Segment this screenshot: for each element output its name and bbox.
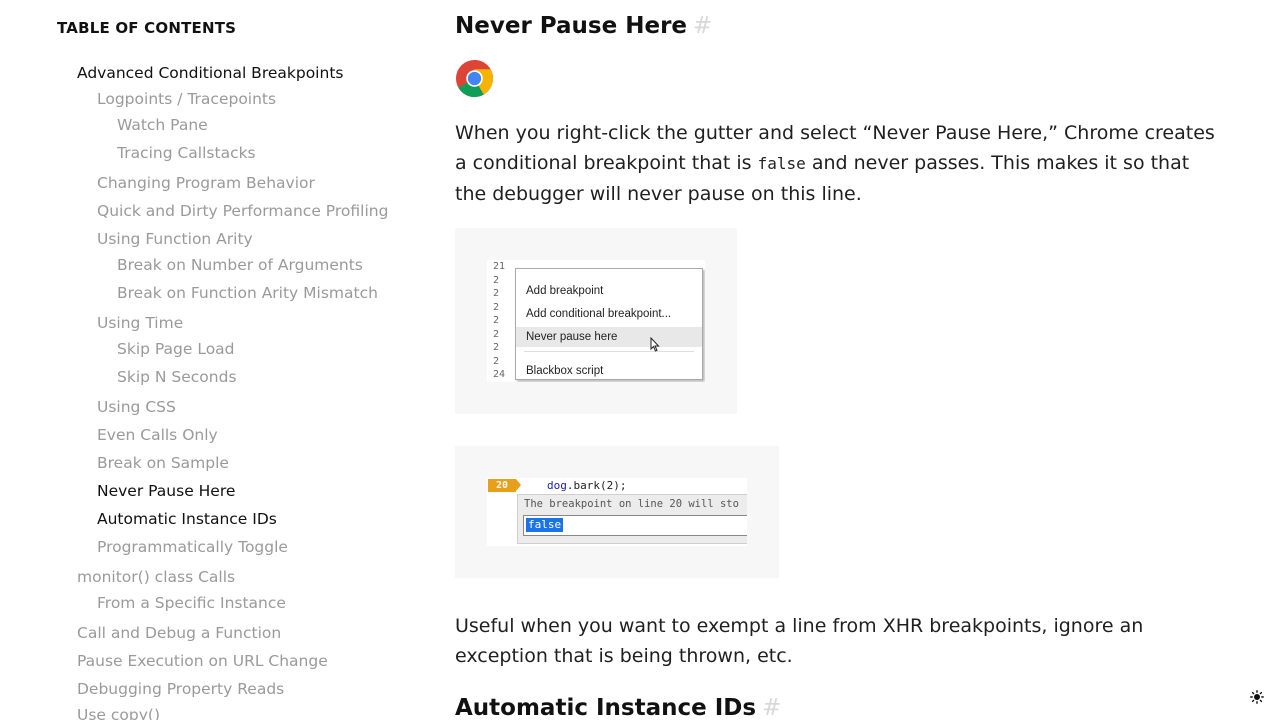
- toc-item-using-function-arity[interactable]: Using Function Arity: [97, 230, 253, 248]
- toc-item-changing-program-behavior[interactable]: Changing Program Behavior: [97, 174, 315, 192]
- conditional-breakpoint-editor: The breakpoint on line 20 will sto false: [517, 494, 747, 544]
- gutter-num: 21: [493, 261, 506, 272]
- menu-item-add-conditional-breakpoint: Add conditional breakpoint...: [526, 308, 672, 320]
- paragraph-use-cases: Useful when you want to exempt a line fr…: [455, 615, 1144, 667]
- toc-item-break-on-arity-mismatch[interactable]: Break on Function Arity Mismatch: [117, 284, 378, 302]
- table-of-contents: TABLE OF CONTENTS Advanced Conditional B…: [57, 0, 417, 720]
- context-menu-image: 21 2 2 2 2 2 2 2 24 Add breakpoint Add c…: [487, 260, 705, 382]
- toc-item-break-on-number-of-arguments[interactable]: Break on Number of Arguments: [117, 256, 363, 274]
- heading-text: Automatic Instance IDs: [455, 695, 757, 720]
- heading-text: Never Pause Here: [455, 13, 688, 39]
- menu-item-blackbox-script: Blackbox script: [526, 365, 604, 377]
- toc-item-use-copy[interactable]: Use copy(): [77, 706, 160, 720]
- gutter-num: 2: [493, 301, 500, 313]
- section-heading-never-pause-here: Never Pause Here #: [455, 13, 712, 39]
- heading-anchor-link[interactable]: #: [693, 13, 712, 39]
- toc-item-monitor-class-calls[interactable]: monitor() class Calls: [77, 568, 235, 586]
- menu-separator: [524, 351, 694, 352]
- inline-code-false: false: [757, 154, 806, 173]
- section-heading-automatic-instance-ids: Automatic Instance IDs #: [455, 695, 781, 720]
- toc-item-tracing-callstacks[interactable]: Tracing Callstacks: [117, 144, 256, 162]
- gutter-num: 2: [493, 274, 500, 286]
- toc-item-break-on-sample[interactable]: Break on Sample: [97, 454, 229, 472]
- condition-value: false: [526, 518, 564, 532]
- toc-item-automatic-instance-ids[interactable]: Automatic Instance IDs: [97, 510, 277, 528]
- toc-item-even-calls-only[interactable]: Even Calls Only: [97, 426, 218, 444]
- gutter-num: 24: [493, 369, 506, 380]
- gutter-context-menu: Add breakpoint Add conditional breakpoin…: [515, 268, 703, 380]
- breakpoint-message: The breakpoint on line 20 will sto: [524, 498, 739, 510]
- toc-item-logpoints-tracepoints[interactable]: Logpoints / Tracepoints: [97, 90, 276, 108]
- toc-item-skip-page-load[interactable]: Skip Page Load: [117, 340, 235, 358]
- heading-anchor-link[interactable]: #: [762, 695, 781, 720]
- gutter-line-numbers: 21 2 2 2 2 2 2 2 24: [493, 260, 505, 382]
- context-menu-screenshot: 21 2 2 2 2 2 2 2 24 Add breakpoint Add c…: [455, 228, 737, 414]
- gutter-num: 2: [493, 288, 500, 299]
- breakpoint-editor-screenshot: 20 dog.bark(2); The breakpoint on line 2…: [455, 446, 779, 578]
- toc-item-pause-on-url-change[interactable]: Pause Execution on URL Change: [77, 652, 328, 670]
- toc-item-performance-profiling[interactable]: Quick and Dirty Performance Profiling: [97, 202, 388, 220]
- toc-item-using-time[interactable]: Using Time: [97, 314, 183, 332]
- article-content: Never Pause Here # When you right-click t…: [455, 0, 1225, 720]
- chrome-logo-icon: [455, 59, 494, 98]
- mouse-cursor-icon: [650, 337, 660, 352]
- toc-item-using-css[interactable]: Using CSS: [97, 398, 176, 416]
- code-object: dog: [547, 479, 567, 492]
- toc-item-debugging-property-reads[interactable]: Debugging Property Reads: [77, 680, 284, 698]
- breakpoint-editor-image: 20 dog.bark(2); The breakpoint on line 2…: [487, 478, 747, 546]
- gutter-num: 2: [493, 342, 500, 353]
- toc-title: TABLE OF CONTENTS: [57, 19, 237, 37]
- code-line: dog.bark(2);: [547, 479, 626, 492]
- menu-item-never-pause-here: Never pause here: [516, 327, 702, 347]
- code-call: .bark(2);: [566, 479, 627, 492]
- breakpoint-line-badge: 20: [488, 479, 521, 492]
- menu-item-add-breakpoint: Add breakpoint: [526, 285, 604, 297]
- toc-item-never-pause-here[interactable]: Never Pause Here: [97, 482, 235, 500]
- gutter-num: 2: [493, 315, 500, 326]
- toc-item-skip-n-seconds[interactable]: Skip N Seconds: [117, 368, 237, 386]
- paragraph-never-pause-description: When you right-click the gutter and sele…: [455, 118, 1225, 209]
- toc-item-from-a-specific-instance[interactable]: From a Specific Instance: [97, 594, 286, 612]
- toc-item-advanced-conditional-breakpoints[interactable]: Advanced Conditional Breakpoints: [77, 64, 343, 82]
- gutter-num: 2: [493, 355, 500, 367]
- sun-icon[interactable]: [1250, 690, 1264, 704]
- gutter-num: 2: [493, 328, 500, 340]
- breakpoint-condition-input: false: [523, 515, 747, 536]
- toc-item-programmatically-toggle[interactable]: Programmatically Toggle: [97, 538, 288, 556]
- toc-item-call-and-debug-a-function[interactable]: Call and Debug a Function: [77, 624, 281, 642]
- toc-item-watch-pane[interactable]: Watch Pane: [117, 116, 208, 134]
